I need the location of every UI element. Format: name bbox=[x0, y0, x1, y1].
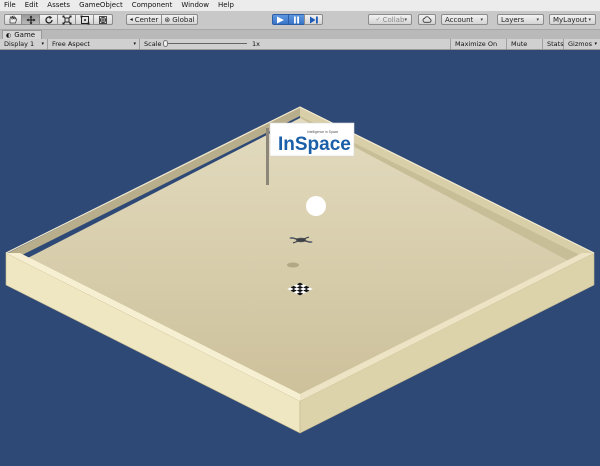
menu-window[interactable]: Window bbox=[177, 0, 214, 11]
chevron-down-icon: ▾ bbox=[480, 16, 483, 23]
collab-dropdown[interactable]: ✓ Collab ▾ bbox=[368, 14, 412, 25]
gizmos-dropdown[interactable]: Gizmos ▾ bbox=[564, 39, 600, 49]
scale-slider-thumb[interactable] bbox=[163, 40, 168, 47]
rect-tool-button[interactable] bbox=[75, 14, 94, 25]
rotate-tool-button[interactable] bbox=[39, 14, 58, 25]
rotate-tool-icon bbox=[44, 15, 53, 24]
chevron-down-icon: ▾ bbox=[536, 16, 539, 23]
tab-game[interactable]: ◐ Game bbox=[2, 30, 43, 39]
menu-bar: File Edit Assets GameObject Component Wi… bbox=[0, 0, 600, 11]
scale-control: Scale 1x bbox=[140, 39, 270, 49]
scale-slider-track[interactable] bbox=[165, 43, 247, 44]
check-icon: ✓ bbox=[375, 16, 381, 23]
pivot-toggle[interactable]: ◂ Center bbox=[126, 14, 162, 25]
game-viewport[interactable]: InSpace Intelligence in Space bbox=[0, 50, 600, 466]
drone-shadow bbox=[287, 262, 299, 268]
hand-tool-button[interactable] bbox=[4, 14, 22, 25]
globe-icon: ⊛ bbox=[164, 15, 171, 24]
account-dropdown[interactable]: Account ▾ bbox=[441, 14, 488, 25]
cloud-icon bbox=[422, 16, 432, 23]
layers-dropdown[interactable]: Layers ▾ bbox=[497, 14, 544, 25]
space-label: Global bbox=[172, 15, 195, 24]
display-dropdown[interactable]: Display 1 ▾ bbox=[0, 39, 48, 49]
aspect-label: Free Aspect bbox=[52, 40, 90, 48]
move-tool-button[interactable] bbox=[21, 14, 40, 25]
gizmos-label: Gizmos bbox=[568, 40, 592, 48]
menu-component[interactable]: Component bbox=[128, 0, 178, 11]
chevron-down-icon: ▾ bbox=[594, 41, 597, 47]
play-button[interactable] bbox=[272, 14, 289, 25]
stats-toggle[interactable]: Stats bbox=[543, 39, 564, 49]
layout-label: MyLayout bbox=[553, 15, 587, 24]
scene-render: InSpace Intelligence in Space bbox=[5, 106, 595, 434]
pivot-icon: ◂ bbox=[129, 16, 133, 23]
scale-label: Scale bbox=[144, 40, 162, 48]
display-label: Display 1 bbox=[4, 40, 35, 48]
stats-label: Stats bbox=[547, 40, 564, 48]
game-control-bar: Display 1 ▾ Free Aspect ▾ Scale 1x Maxim… bbox=[0, 39, 600, 58]
aspect-dropdown[interactable]: Free Aspect ▾ bbox=[48, 39, 140, 49]
menu-help[interactable]: Help bbox=[214, 0, 239, 11]
chevron-down-icon: ▾ bbox=[588, 16, 591, 23]
sign-subtitle: Intelligence in Space bbox=[307, 130, 338, 134]
scale-value: 1x bbox=[252, 40, 260, 48]
mute-audio-toggle[interactable]: Mute Audio bbox=[507, 39, 543, 58]
chevron-down-icon: ▾ bbox=[133, 41, 136, 47]
play-icon bbox=[277, 16, 284, 23]
gamepad-icon: ◐ bbox=[6, 31, 12, 39]
sign-pole bbox=[266, 128, 269, 185]
game-tab-strip: ◐ Game bbox=[0, 30, 600, 39]
account-label: Account bbox=[445, 15, 474, 24]
layout-dropdown[interactable]: MyLayout ▾ bbox=[549, 14, 596, 25]
tab-game-label: Game bbox=[14, 31, 36, 39]
layers-label: Layers bbox=[501, 15, 525, 24]
rect-tool-icon bbox=[80, 15, 89, 24]
pause-button[interactable] bbox=[288, 14, 305, 25]
step-icon bbox=[309, 16, 318, 23]
menu-file[interactable]: File bbox=[0, 0, 21, 11]
cloud-button[interactable] bbox=[418, 14, 436, 25]
space-toggle[interactable]: ⊛ Global bbox=[161, 14, 198, 25]
transform-tool-icon bbox=[99, 15, 107, 24]
white-ball bbox=[306, 196, 326, 216]
chevron-down-icon: ▾ bbox=[41, 41, 44, 47]
move-tool-icon bbox=[26, 15, 35, 24]
pivot-label: Center bbox=[134, 15, 159, 24]
hand-tool-icon bbox=[9, 15, 17, 24]
scale-tool-button[interactable] bbox=[57, 14, 76, 25]
menu-assets[interactable]: Assets bbox=[43, 0, 75, 11]
collab-label: Collab bbox=[382, 15, 405, 24]
maximize-on-play-toggle[interactable]: Maximize On Play bbox=[450, 39, 507, 58]
sign-logo-text: InSpace bbox=[278, 134, 351, 155]
chevron-down-icon: ▾ bbox=[404, 16, 407, 23]
pause-icon bbox=[294, 16, 299, 23]
transform-tool-button[interactable] bbox=[93, 14, 113, 25]
toolbar: ◂ Center ⊛ Global ✓ Collab ▾ Account ▾ L bbox=[0, 11, 600, 30]
step-button[interactable] bbox=[304, 14, 323, 25]
arena-floor bbox=[20, 118, 582, 412]
menu-gameobject[interactable]: GameObject bbox=[75, 0, 128, 11]
menu-edit[interactable]: Edit bbox=[21, 0, 44, 11]
scale-tool-icon bbox=[62, 15, 71, 24]
